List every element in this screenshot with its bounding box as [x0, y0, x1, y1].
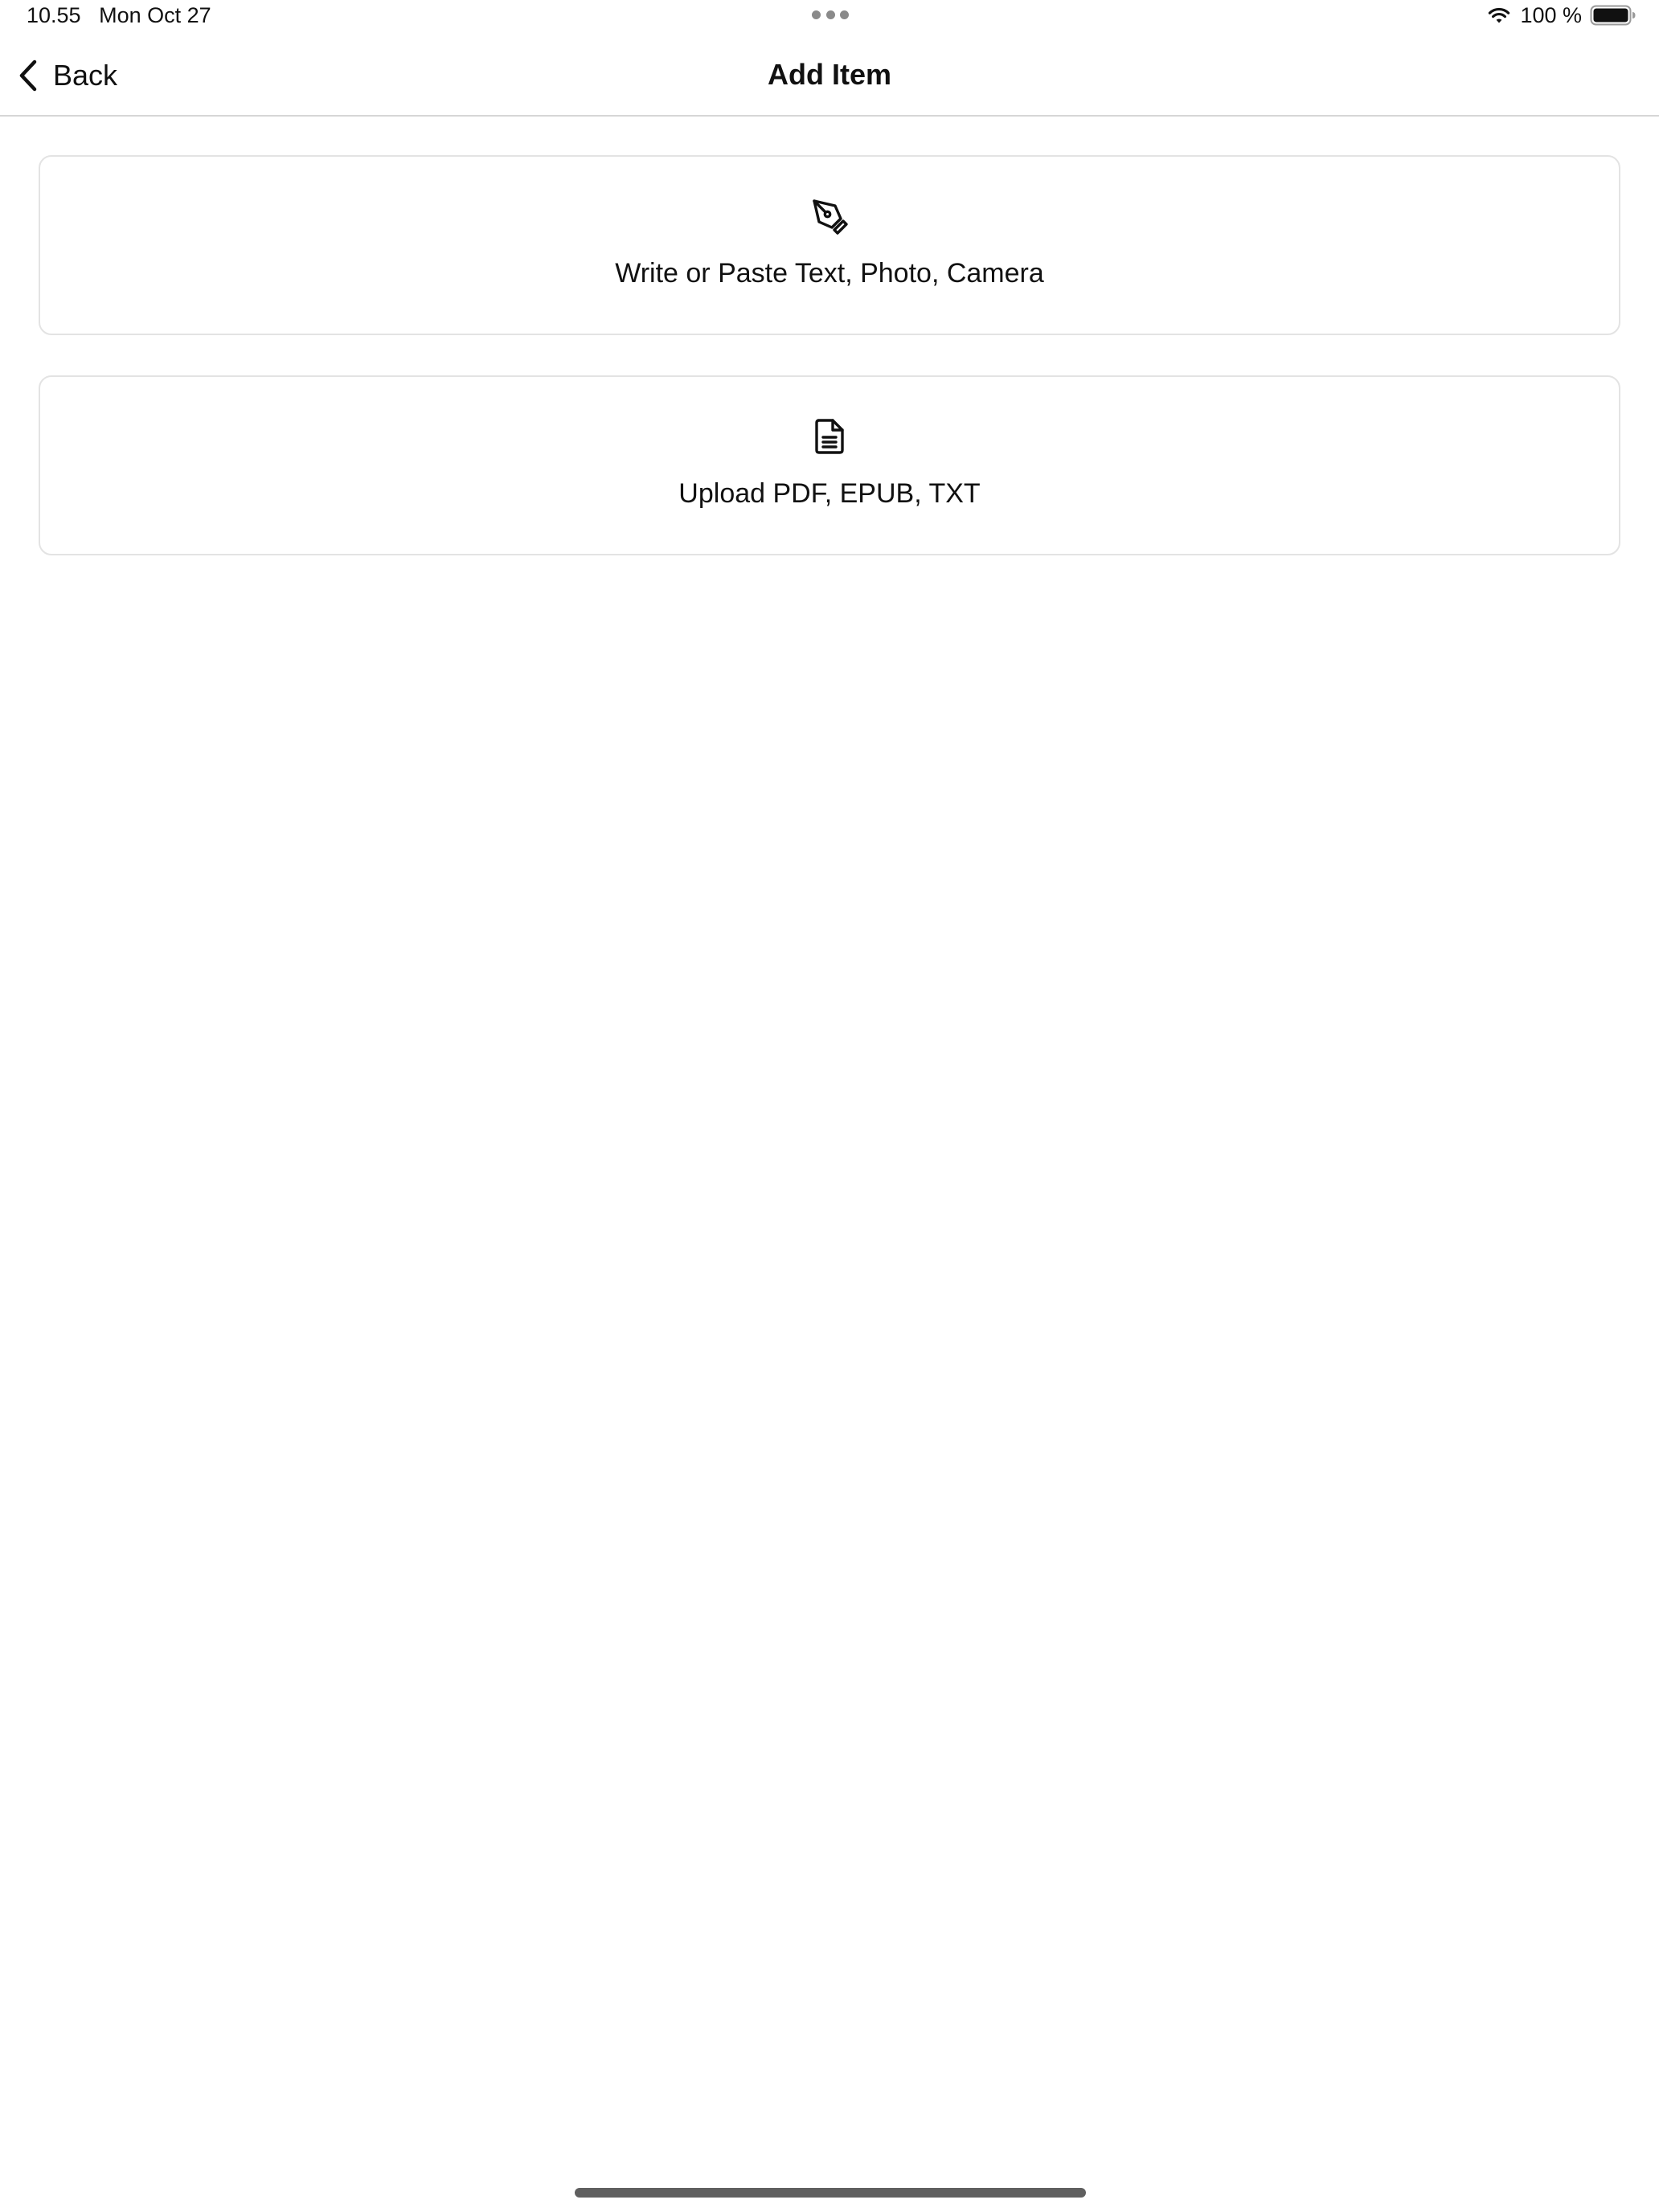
- navigation-bar: Back Add Item: [0, 32, 1659, 117]
- status-indicators: 100 %: [1486, 2, 1636, 29]
- status-time: 10.55 Mon Oct 27: [27, 2, 211, 29]
- battery-icon: [1590, 5, 1636, 26]
- pen-nib-icon: [813, 199, 848, 235]
- dot: [825, 10, 835, 19]
- status-clock: 10.55: [27, 3, 81, 27]
- write-paste-option-label: Write or Paste Text, Photo, Camera: [615, 258, 1044, 289]
- status-date: Mon Oct 27: [99, 3, 211, 27]
- home-indicator[interactable]: [575, 2188, 1086, 2198]
- battery-percent: 100 %: [1520, 3, 1582, 27]
- document-icon: [815, 419, 844, 454]
- multitasking-dots-icon[interactable]: [812, 10, 849, 20]
- dot: [812, 10, 821, 19]
- page-title: Add Item: [767, 58, 891, 91]
- upload-file-option-card[interactable]: Upload PDF, EPUB, TXT: [39, 375, 1620, 555]
- status-bar: 10.55 Mon Oct 27 100 %: [0, 0, 1659, 32]
- upload-file-option-label: Upload PDF, EPUB, TXT: [678, 478, 981, 509]
- dot: [840, 10, 849, 19]
- wifi-icon: [1489, 7, 1510, 23]
- write-paste-option-card[interactable]: Write or Paste Text, Photo, Camera: [39, 155, 1620, 335]
